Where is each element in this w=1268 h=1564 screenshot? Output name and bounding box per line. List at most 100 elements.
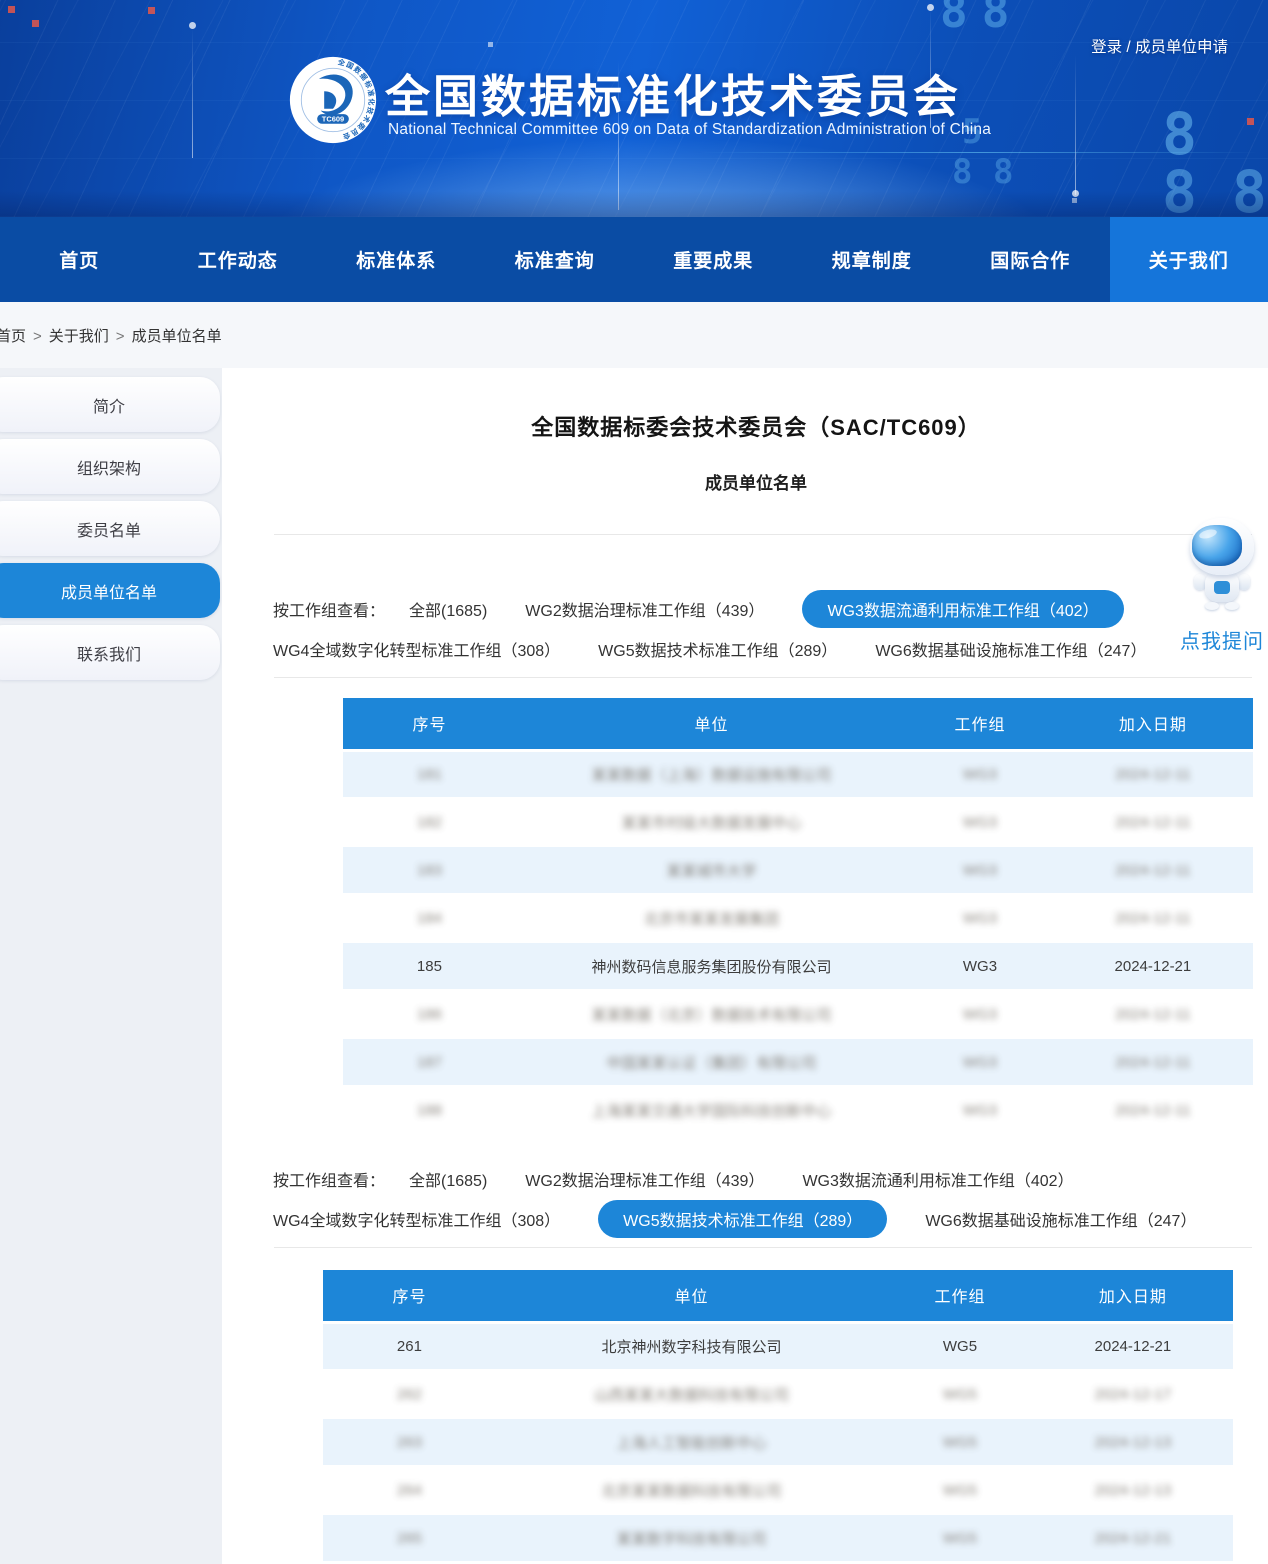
filter-wg4[interactable]: WG4全域数字化转型标准工作组（308） bbox=[273, 1207, 560, 1231]
nav-item-about-us[interactable]: 关于我们 bbox=[1110, 217, 1268, 302]
breadcrumb-item-1[interactable]: 关于我们 bbox=[49, 328, 109, 345]
filter-wg3[interactable]: WG3数据流通利用标准工作组（402） bbox=[802, 590, 1123, 628]
workgroup-filters: 按工作组查看：全部(1685)WG2数据治理标准工作组（439）WG3数据流通利… bbox=[258, 1159, 1254, 1239]
login-link[interactable]: 登录 / 成员单位申请 bbox=[1091, 35, 1228, 57]
table-cell: 186 bbox=[343, 990, 516, 1038]
cell-text: WG3 bbox=[963, 910, 997, 927]
filter-wg3[interactable]: WG3数据流通利用标准工作组（402） bbox=[802, 1167, 1073, 1191]
filter-row-2: WG4全域数字化转型标准工作组（308） WG5数据技术标准工作组（289） WG6… bbox=[273, 1199, 1254, 1239]
site-title-english: National Technical Committee 609 on Data… bbox=[388, 121, 991, 139]
table-cell: WG5 bbox=[887, 1418, 1033, 1466]
decoration-square bbox=[32, 20, 39, 27]
filter-group-label: 按工作组查看： bbox=[273, 597, 385, 621]
table-cell: 187 bbox=[343, 1038, 516, 1086]
header-banner: 88 8 8 8 5 8 8 全国数据标准化技术委员会 TC609 全国数据标准… bbox=[0, 0, 1268, 217]
filter-wg5[interactable]: WG5数据技术标准工作组（289） bbox=[598, 637, 837, 661]
table-cell: 2024-12-11 bbox=[1053, 894, 1253, 942]
sidebar-item-committee-members[interactable]: 委员名单 bbox=[0, 501, 220, 556]
filter-wg6[interactable]: WG6数据基础设施标准工作组（247） bbox=[925, 1207, 1196, 1231]
table-cell: WG3 bbox=[907, 942, 1053, 990]
table-cell: 181 bbox=[343, 750, 516, 798]
breadcrumb: 首页>关于我们>成员单位名单 bbox=[0, 325, 222, 346]
assistant-widget[interactable]: 点我提问 bbox=[1170, 518, 1268, 654]
cell-text: WG5 bbox=[943, 1434, 977, 1451]
filter-wg2[interactable]: WG2数据治理标准工作组（439） bbox=[525, 597, 764, 621]
ask-me-label[interactable]: 点我提问 bbox=[1170, 625, 1268, 654]
cell-text: 某某数据（上海）数据设施有限公司 bbox=[592, 767, 832, 784]
cell-text: 2024-12-21 bbox=[1095, 1530, 1172, 1547]
table-cell: 188 bbox=[343, 1086, 516, 1134]
table-cell: 2024-12-11 bbox=[1053, 1086, 1253, 1134]
table-cell: 某某市村级大数据发展中心 bbox=[516, 798, 907, 846]
filter-wg6[interactable]: WG6数据基础设施标准工作组（247） bbox=[875, 637, 1146, 661]
filter-wg4[interactable]: WG4全域数字化转型标准工作组（308） bbox=[273, 637, 560, 661]
table-cell: WG3 bbox=[907, 798, 1053, 846]
cell-text: 263 bbox=[397, 1434, 422, 1451]
column-header-0: 序号 bbox=[343, 698, 516, 750]
sidebar-item-org-structure[interactable]: 组织架构 bbox=[0, 439, 220, 494]
table-cell: 2024-12-21 bbox=[1033, 1514, 1233, 1562]
sidebar-item-contact-us[interactable]: 联系我们 bbox=[0, 625, 220, 680]
filter-all[interactable]: 全部(1685) bbox=[409, 1167, 487, 1191]
decoration-dot bbox=[189, 22, 196, 29]
column-header-1: 单位 bbox=[496, 1270, 887, 1322]
table-cell: 北京某某数据科技有限公司 bbox=[496, 1466, 887, 1514]
robot-belly bbox=[1214, 581, 1230, 594]
cell-text: WG3 bbox=[963, 958, 997, 975]
decoration-line bbox=[1075, 55, 1076, 195]
decoration-digits: 8 8 bbox=[1162, 158, 1267, 217]
cell-text: 184 bbox=[417, 910, 442, 927]
sidebar-item-member-units[interactable]: 成员单位名单 bbox=[0, 563, 220, 618]
table-row: 261北京神州数字科技有限公司WG52024-12-21 bbox=[323, 1322, 1233, 1370]
cell-text: 北京市某某发展集团 bbox=[644, 911, 779, 928]
table-row: 184 北京市某某发展集团 WG3 2024-12-11 bbox=[343, 894, 1253, 942]
cell-text: WG3 bbox=[963, 1006, 997, 1023]
cell-text: WG5 bbox=[943, 1386, 977, 1403]
nav-item-work-news[interactable]: 工作动态 bbox=[159, 217, 318, 302]
cell-text: 2024-12-11 bbox=[1115, 862, 1191, 879]
table-row: 186某某数据（北京）数据技术有限公司WG32024-12-11 bbox=[343, 990, 1253, 1038]
table-cell: 上海人工智能创新中心 bbox=[496, 1418, 887, 1466]
nav-item-international[interactable]: 国际合作 bbox=[951, 217, 1110, 302]
cell-text: WG3 bbox=[963, 1054, 997, 1071]
cell-text: WG5 bbox=[943, 1338, 977, 1355]
nav-item-standard-search[interactable]: 标准查询 bbox=[476, 217, 635, 302]
filter-wg5[interactable]: WG5数据技术标准工作组（289） bbox=[598, 1200, 887, 1238]
table-cell: WG3 bbox=[907, 846, 1053, 894]
nav-item-achievements[interactable]: 重要成果 bbox=[634, 217, 793, 302]
decoration-digits: 88 bbox=[940, 0, 1023, 38]
table-cell: 265 bbox=[323, 1514, 496, 1562]
robot-foot bbox=[1205, 602, 1219, 610]
table-cell: 某某数据（北京）数据技术有限公司 bbox=[516, 990, 907, 1038]
robot-foot bbox=[1225, 602, 1239, 610]
table-cell: 某某数字科技有限公司 bbox=[496, 1514, 887, 1562]
nav-item-regulations[interactable]: 规章制度 bbox=[793, 217, 952, 302]
table-cell: 北京神州数字科技有限公司 bbox=[496, 1322, 887, 1370]
filter-wg2[interactable]: WG2数据治理标准工作组（439） bbox=[525, 1167, 764, 1191]
robot-mascot-icon[interactable] bbox=[1185, 518, 1259, 614]
nav-item-home[interactable]: 首页 bbox=[0, 217, 159, 302]
cell-text: 264 bbox=[397, 1482, 422, 1499]
filter-all[interactable]: 全部(1685) bbox=[409, 597, 487, 621]
cell-text: 2024-12-11 bbox=[1115, 910, 1191, 927]
nav-item-standard-system[interactable]: 标准体系 bbox=[317, 217, 476, 302]
table-row: 182某某市村级大数据发展中心WG32024-12-11 bbox=[343, 798, 1253, 846]
decoration-square bbox=[1072, 198, 1077, 203]
workgroup-filters: 按工作组查看： 全部(1685) WG2数据治理标准工作组（439） WG3数据流通利… bbox=[258, 589, 1254, 669]
table-cell: 2024-12-11 bbox=[1053, 1038, 1253, 1086]
decoration-square bbox=[1247, 118, 1254, 125]
table-cell: 2024-12-17 bbox=[1033, 1370, 1233, 1418]
cell-text: 2024-12-13 bbox=[1095, 1482, 1172, 1499]
page-subtitle: 成员单位名单 bbox=[258, 469, 1254, 494]
sidebar-item-intro[interactable]: 简介 bbox=[0, 377, 220, 432]
cell-text: WG5 bbox=[943, 1530, 977, 1547]
table-cell: 183 bbox=[343, 846, 516, 894]
breadcrumb-item-0[interactable]: 首页 bbox=[0, 328, 26, 345]
breadcrumb-item-2: 成员单位名单 bbox=[132, 328, 222, 345]
cell-text: 2024-12-13 bbox=[1095, 1434, 1172, 1451]
main-nav: 首页工作动态标准体系标准查询重要成果规章制度国际合作关于我们 bbox=[0, 217, 1268, 302]
column-header-3: 加入日期 bbox=[1053, 698, 1253, 750]
table-cell: WG3 bbox=[907, 1086, 1053, 1134]
table-cell: 2024-12-13 bbox=[1033, 1466, 1233, 1514]
table-cell: WG5 bbox=[887, 1514, 1033, 1562]
